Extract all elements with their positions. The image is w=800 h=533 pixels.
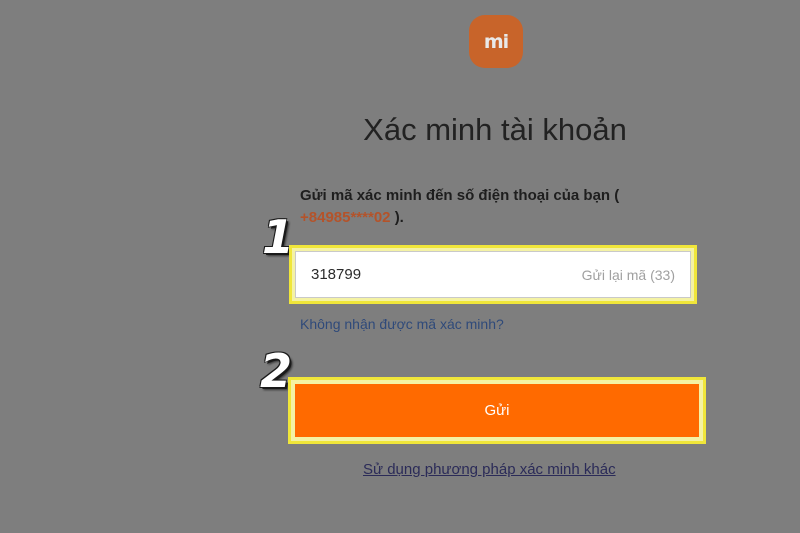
resend-code-button[interactable]: Gửi lại mã (33) xyxy=(582,267,675,283)
send-button[interactable]: Gửi xyxy=(295,384,699,437)
other-verification-method-link[interactable]: Sử dụng phương pháp xác minh khác xyxy=(363,461,616,478)
instruction-prefix: Gửi mã xác minh đến số điện thoại của bạ… xyxy=(300,187,620,204)
mi-logo: mi xyxy=(469,15,523,68)
no-code-received-link[interactable]: Không nhận được mã xác minh? xyxy=(300,316,504,332)
code-input-highlight: 318799 Gửi lại mã (33) xyxy=(289,245,697,304)
instruction-suffix: ). xyxy=(394,209,404,226)
logo-text: mi xyxy=(483,30,509,53)
verification-code-value: 318799 xyxy=(311,266,362,283)
verification-code-input[interactable]: 318799 Gửi lại mã (33) xyxy=(295,251,691,298)
verification-page: mi Xác minh tài khoản Gửi mã xác minh đế… xyxy=(0,0,800,533)
instruction-text: Gửi mã xác minh đến số điện thoại của bạ… xyxy=(300,185,700,229)
page-title: Xác minh tài khoản xyxy=(363,112,627,147)
masked-phone-number: +84985****02 xyxy=(300,209,391,226)
send-button-highlight: Gửi xyxy=(288,377,706,444)
